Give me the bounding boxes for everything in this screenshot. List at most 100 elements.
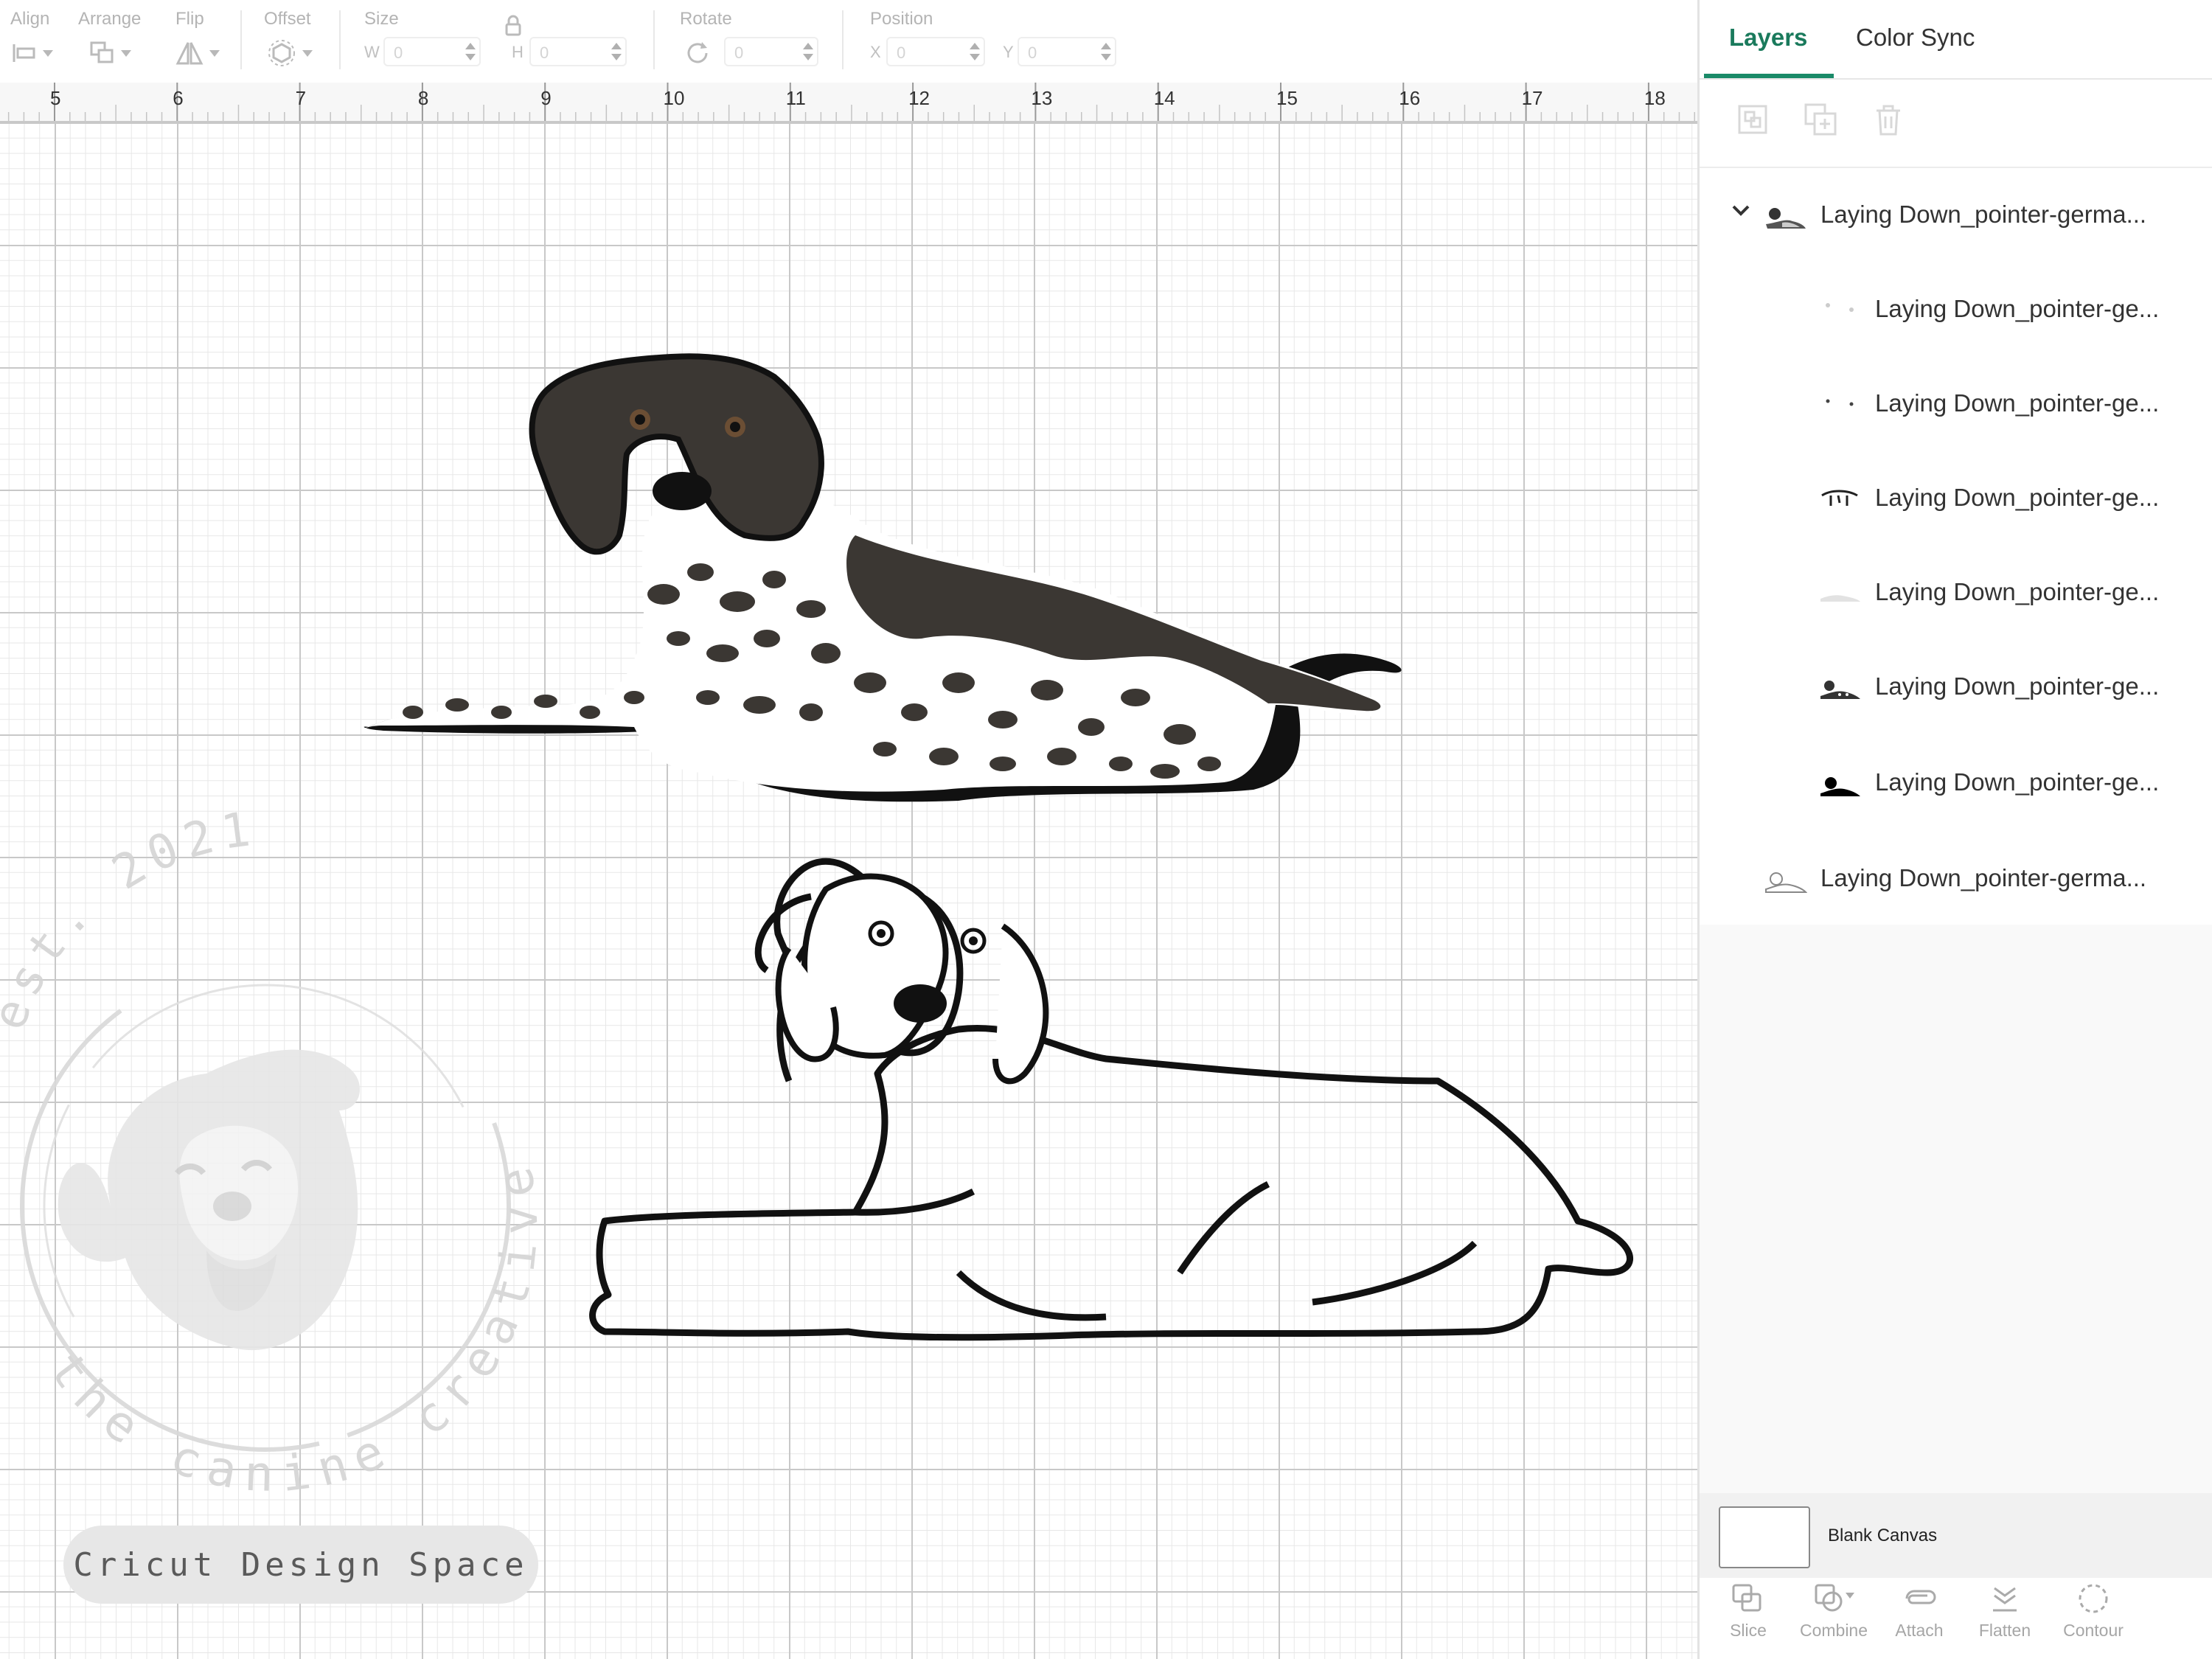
combine-button[interactable]: Combine [1790,1582,1878,1656]
x-label: X [870,43,881,61]
face-detail-icon [1821,490,1858,506]
layer-row[interactable]: Laying Down_pointer-ge... [1700,640,2212,734]
width-input[interactable]: 0 [383,37,481,66]
x-input[interactable]: 0 [886,37,985,66]
ruler-number: 9 [540,87,552,109]
tab-layers[interactable]: Layers [1729,24,1807,52]
panel-tabs: Layers Color Sync [1700,0,2212,80]
eyes-highlight-icon [1826,303,1854,312]
ruler-number: 14 [1153,87,1175,109]
chevron-down-icon[interactable] [1731,204,1751,218]
x-value: 0 [897,44,906,62]
attach-icon [1905,1590,1936,1604]
blank-canvas-swatch[interactable] [1719,1506,1810,1568]
y-label: Y [1003,43,1014,61]
cricut-design-space-badge: Cricut Design Space [63,1526,538,1604]
height-label: H [512,43,524,61]
layer-row[interactable]: Laying Down_pointer-ge... [1700,262,2212,357]
y-value: 0 [1028,44,1037,62]
arrange-icon[interactable] [90,38,131,68]
layer-row[interactable]: Laying Down_pointer-ge... [1700,736,2212,830]
layer-name: Laying Down_pointer-ge... [1875,295,2160,322]
y-stepper-icon[interactable] [1100,41,1112,63]
bottom-toolbar: Slice Combine Attach Flatten Contour [1700,1578,2212,1659]
ruler-number: 15 [1276,87,1298,109]
duplicate-icon[interactable] [1803,102,1838,137]
offset-group[interactable]: Offset [264,0,323,83]
contour-button[interactable]: Contour [2049,1582,2138,1656]
y-input[interactable]: 0 [1018,37,1116,66]
active-tab-indicator [1704,74,1834,78]
height-input[interactable]: 0 [529,37,627,66]
toolbar-divider [339,10,341,69]
contour-label: Contour [2063,1621,2124,1640]
layer-name: Laying Down_pointer-ge... [1875,672,2160,700]
spots-icon [1820,681,1860,699]
dog-spotted-artwork[interactable] [364,353,1402,802]
width-value: 0 [394,44,403,62]
rotate-group: Rotate 0 [680,0,827,83]
design-canvas[interactable]: est. 2021 the canine creative [0,122,1697,1659]
ruler-number: 8 [417,87,429,109]
white-body-icon [1820,595,1860,602]
size-group: Size W 0 H 0 [364,0,637,83]
flip-icon[interactable] [175,38,220,68]
attach-button[interactable]: Attach [1875,1582,1964,1656]
height-stepper-icon[interactable] [611,41,622,63]
toolbar-divider [240,10,242,69]
horizontal-ruler: 5 6 7 8 9 10 11 12 13 14 15 16 17 18 [0,83,1697,122]
offset-icon[interactable] [267,38,313,68]
layer-group-row[interactable]: Laying Down_pointer-germa... [1700,168,2212,262]
layer-name: Laying Down_pointer-ge... [1875,484,2160,511]
align-group[interactable]: Align [10,0,69,83]
black-outline-icon [1820,777,1860,796]
ruler-number: 6 [173,87,184,109]
slice-button[interactable]: Slice [1704,1582,1792,1656]
toolbar-divider [842,10,844,69]
x-stepper-icon[interactable] [969,41,981,63]
layer-group-row[interactable]: Laying Down_pointer-germa... [1700,832,2212,926]
ruler-number: 12 [908,87,931,109]
edit-toolbar: Align Arrange Flip Offset Size W 0 H 0 R… [0,0,1697,83]
dog-outline-artwork[interactable] [589,858,1633,1341]
blank-canvas-label: Blank Canvas [1828,1526,1938,1545]
watermark-logo: est. 2021 the canine creative [0,801,539,1503]
rotate-input[interactable]: 0 [724,37,818,66]
group-icon[interactable] [1735,102,1770,137]
height-value: 0 [540,44,549,62]
layer-name: Laying Down_pointer-ge... [1875,578,2160,605]
watermark-est-text: est. 2021 [0,801,260,1037]
layer-row[interactable]: Laying Down_pointer-ge... [1700,451,2212,546]
rotate-icon [687,42,708,63]
layer-name: Laying Down_pointer-ge... [1875,768,2160,796]
ruler-number: 7 [295,87,307,109]
contour-icon [2079,1584,2108,1613]
lock-icon[interactable] [504,15,522,37]
arrange-group[interactable]: Arrange [78,0,159,83]
size-label: Size [364,9,399,29]
width-label: W [364,43,380,61]
layer-row[interactable]: Laying Down_pointer-ge... [1700,357,2212,451]
align-icon[interactable] [12,38,53,68]
tab-color-sync[interactable]: Color Sync [1856,24,1975,52]
layer-row[interactable]: Laying Down_pointer-ge... [1700,546,2212,640]
rotate-label: Rotate [680,9,732,29]
layer-list: Laying Down_pointer-germa... Laying Down… [1700,168,2212,925]
dog-outline-icon [1765,872,1807,893]
rotate-stepper-icon[interactable] [802,41,814,63]
ruler-number: 5 [50,87,61,109]
layer-name: Laying Down_pointer-germa... [1820,201,2147,228]
blank-canvas-row[interactable]: Blank Canvas [1700,1493,2212,1578]
layers-panel: Layers Color Sync Laying Down_pointer-ge… [1697,0,2212,1659]
layer-name: Laying Down_pointer-ge... [1875,389,2160,417]
flip-group[interactable]: Flip [175,0,234,83]
flip-label: Flip [175,9,204,29]
flatten-icon [1993,1587,2017,1612]
slice-label: Slice [1730,1621,1767,1640]
slice-icon [1732,1584,1761,1612]
flatten-button[interactable]: Flatten [1961,1582,2049,1656]
width-stepper-icon[interactable] [465,41,476,63]
dog-colored-icon [1766,208,1806,229]
ruler-number: 16 [1399,87,1421,109]
trash-icon[interactable] [1871,102,1906,137]
